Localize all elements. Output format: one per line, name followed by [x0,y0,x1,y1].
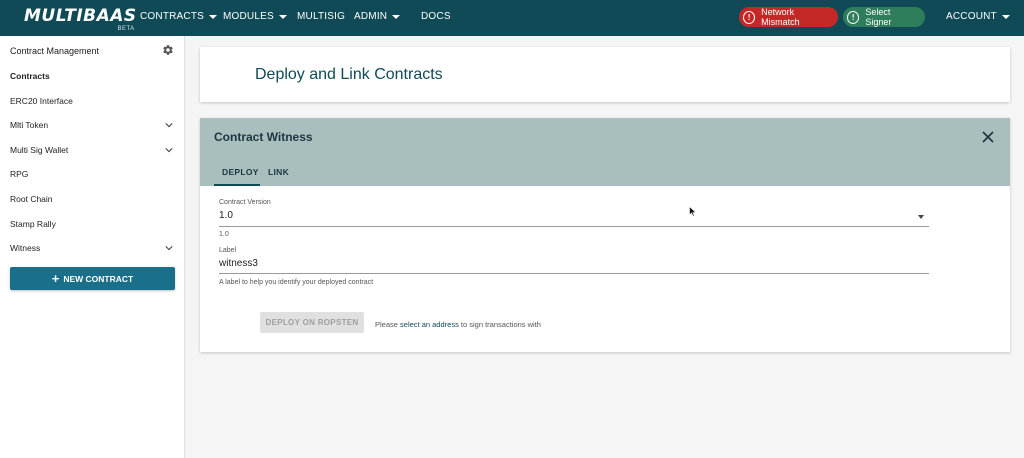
nav-docs-label: DOCS [421,11,451,22]
contract-panel: Contract Witness DEPLOY LINK Contract Ve… [200,118,1010,352]
sidebar-item-contracts[interactable]: Contracts [10,69,175,83]
nav-contracts[interactable]: CONTRACTS [140,11,218,22]
alert-icon: ! [847,10,860,24]
caret-down-icon [278,15,287,19]
nav-contracts-label: CONTRACTS [140,11,205,22]
tab-deploy[interactable]: DEPLOY [222,167,259,177]
deploy-on-ropsten-button[interactable]: DEPLOY ON ROPSTEN [260,312,364,333]
sidebar-item-stamp-rally[interactable]: Stamp Rally [10,217,175,231]
brand-name: MULTIBAAS [24,6,137,26]
brand-logo[interactable]: MULTIBAAS BETA [24,6,137,32]
field-underline [219,226,929,227]
caret-down-icon [392,15,401,19]
chevron-down-icon[interactable] [165,244,173,252]
sidebar-item-label: Mlti Token [10,120,49,130]
contract-version-label: Contract Version [219,199,271,206]
sidebar-item-label: RPG [10,169,29,179]
close-icon[interactable] [982,131,994,143]
caret-down-icon [1001,15,1010,19]
nav-multisig-label: MULTISIG [297,11,346,22]
contract-version-value: 1.0 [219,210,233,221]
label-field-label: Label [219,247,237,254]
tab-link[interactable]: LINK [268,167,289,177]
sidebar-item-multi-sig-wallet[interactable]: Multi Sig Wallet [10,143,175,157]
panel-title: Contract Witness [214,130,313,144]
page-title: Deploy and Link Contracts [255,66,443,83]
sidebar-item-label: Witness [10,243,41,253]
nav-multisig[interactable]: MULTISIG [297,11,345,22]
nav-account[interactable]: ACCOUNT [946,11,1010,22]
gear-icon[interactable] [162,44,174,56]
nav-modules-label: MODULES [223,11,274,22]
contract-version-helper: 1.0 [219,231,229,238]
alert-icon: ! [743,10,756,24]
mouse-cursor-icon [689,206,697,217]
network-mismatch-label: Network Mismatch [761,7,800,27]
sidebar-item-label: Contracts [10,71,50,81]
plus-icon: + [51,271,60,286]
tab-indicator [214,184,260,186]
sign-suffix: to sign transactions with [458,320,541,329]
panel-header: Contract Witness DEPLOY LINK [200,118,1010,186]
sidebar-item-witness[interactable]: Witness [10,241,175,255]
nav-admin[interactable]: ADMIN [354,11,401,22]
sidebar-header: Contract Management [10,46,100,56]
nav-modules[interactable]: MODULES [223,11,287,22]
sidebar: Contract Management Contracts ERC20 Inte… [0,36,185,458]
sidebar-item-label: Multi Sig Wallet [10,145,69,155]
sign-prefix: Please [375,320,401,329]
select-signer-button[interactable]: ! Select Signer [843,7,925,27]
select-address-link[interactable]: select an address [400,320,459,329]
sidebar-item-erc20-interface[interactable]: ERC20 Interface [10,94,175,108]
sidebar-item-root-chain[interactable]: Root Chain [10,192,175,206]
label-field-value: witness3 [219,258,258,269]
nav-admin-label: ADMIN [354,11,388,22]
network-mismatch-button[interactable]: ! Network Mismatch [739,7,838,27]
top-navbar: MULTIBAAS BETA CONTRACTS MODULES MULTISI… [0,0,1024,36]
sidebar-item-label: Stamp Rally [10,219,56,229]
tab-deploy-label: DEPLOY [222,167,259,177]
beta-badge: BETA [117,26,135,32]
sign-instruction: Please select an address to sign transac… [375,320,541,329]
sidebar-item-rpg[interactable]: RPG [10,167,175,181]
sidebar-item-mlti-token[interactable]: Mlti Token [10,118,175,132]
field-underline [219,273,929,274]
nav-account-label: ACCOUNT [946,11,997,22]
deploy-button-label: DEPLOY ON ROPSTEN [265,318,359,327]
nav-docs[interactable]: DOCS [421,11,451,22]
select-signer-label: Select Signer [865,7,892,27]
new-contract-button[interactable]: + NEW CONTRACT [10,267,175,290]
label-field-helper: A label to help you identify your deploy… [219,279,374,286]
sidebar-item-label: ERC20 Interface [10,96,73,106]
page-title-card: Deploy and Link Contracts [200,47,1010,102]
new-contract-label: NEW CONTRACT [63,273,134,284]
chevron-down-icon[interactable] [165,121,173,129]
dropdown-caret-icon [918,215,924,219]
chevron-down-icon[interactable] [165,146,173,154]
tab-link-label: LINK [268,167,290,177]
sidebar-item-label: Root Chain [10,194,53,204]
caret-down-icon [209,15,218,19]
